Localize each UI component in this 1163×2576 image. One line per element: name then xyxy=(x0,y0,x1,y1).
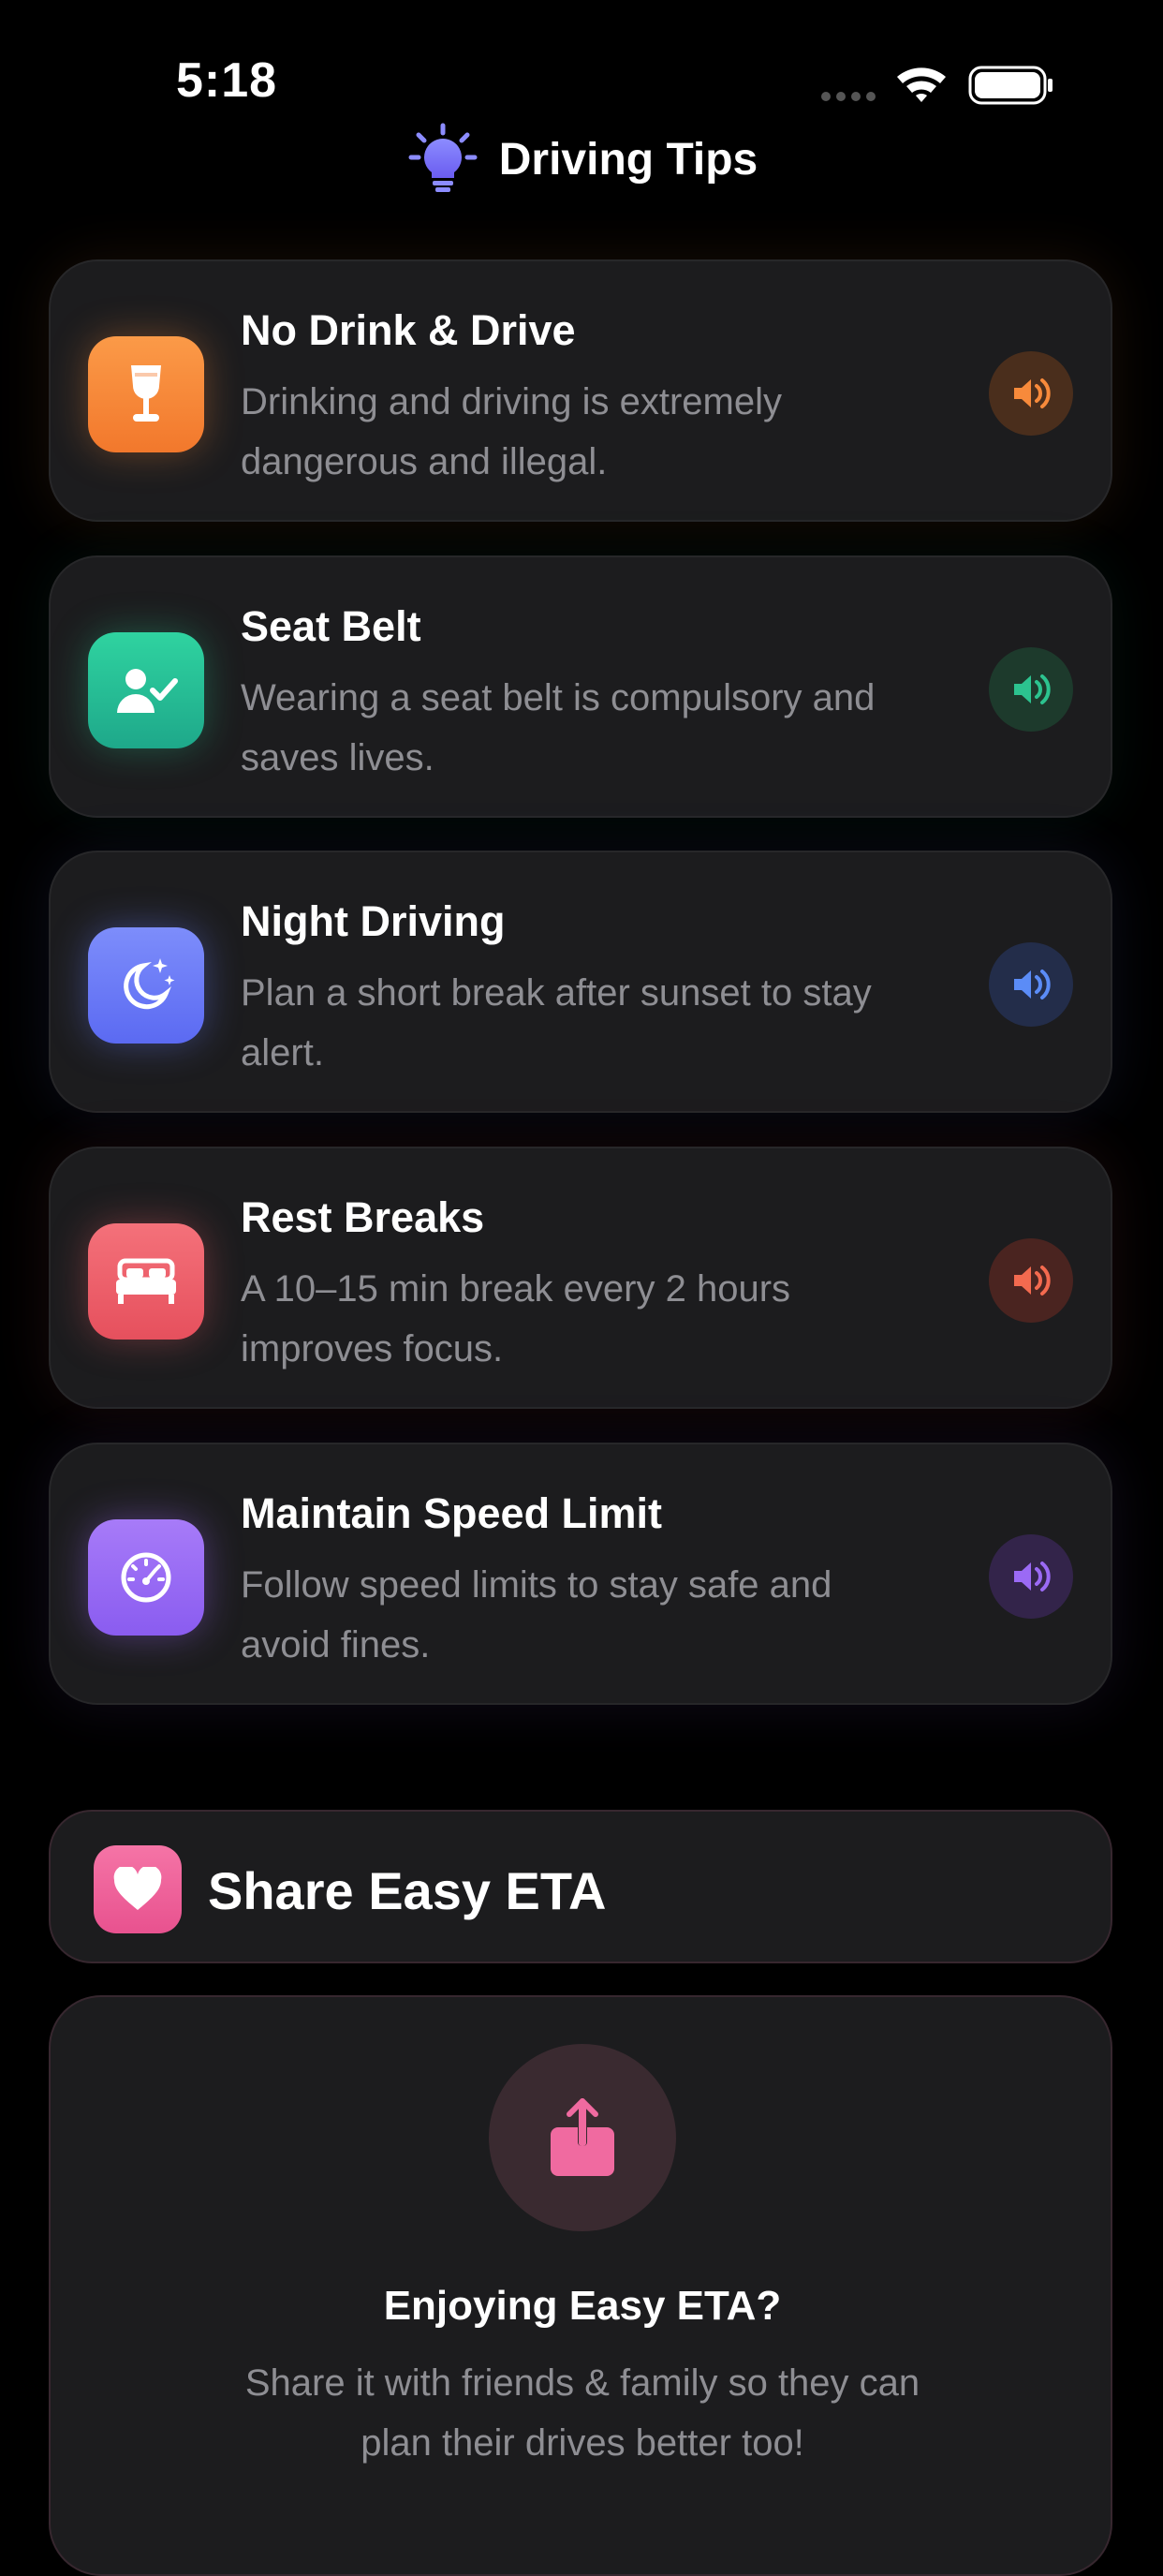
tip-title: Maintain Speed Limit xyxy=(241,1489,663,1537)
lightbulb-icon xyxy=(408,123,478,192)
tip-description: A 10–15 min break every 2 hours improves… xyxy=(241,1268,791,1369)
speaker-button[interactable] xyxy=(989,1534,1073,1619)
wifi-icon xyxy=(897,67,946,102)
heart-icon xyxy=(94,1845,182,1933)
bed-icon xyxy=(88,1223,204,1340)
battery-icon xyxy=(968,66,1053,105)
status-time: 5:18 xyxy=(176,53,278,108)
signal-dots-icon xyxy=(821,92,876,101)
share-section-header: Share Easy ETA xyxy=(49,1810,1112,1963)
speaker-icon xyxy=(1014,674,1051,704)
page-title: Driving Tips xyxy=(498,134,758,185)
tip-card-night-driving[interactable]: Night Driving Plan a short break after s… xyxy=(49,851,1112,1113)
tip-description: Drinking and driving is extremely danger… xyxy=(241,381,783,482)
speaker-button[interactable] xyxy=(989,1238,1073,1323)
tip-card-speed-limit[interactable]: Maintain Speed Limit Follow speed limits… xyxy=(49,1443,1112,1705)
wine-glass-icon xyxy=(88,336,204,452)
speaker-icon xyxy=(1014,378,1051,408)
tip-description: Follow speed limits to stay safe and avo… xyxy=(241,1564,832,1666)
speaker-icon xyxy=(1014,970,1051,999)
tip-title: Seat Belt xyxy=(241,602,421,650)
tip-description: Wearing a seat belt is compulsory and sa… xyxy=(241,677,876,778)
speaker-button[interactable] xyxy=(989,942,1073,1027)
tip-title: Rest Breaks xyxy=(241,1193,485,1241)
page-header: Driving Tips xyxy=(0,122,1163,197)
speaker-button[interactable] xyxy=(989,647,1073,732)
tip-card-rest-breaks[interactable]: Rest Breaks A 10–15 min break every 2 ho… xyxy=(49,1147,1112,1409)
speedometer-icon xyxy=(88,1519,204,1636)
promo-description: Share it with friends & family so they c… xyxy=(244,2362,920,2464)
moon-stars-icon xyxy=(88,927,204,1044)
tip-card-seat-belt[interactable]: Seat Belt Wearing a seat belt is compuls… xyxy=(49,555,1112,818)
tip-card-no-drink-drive[interactable]: No Drink & Drive Drinking and driving is… xyxy=(49,259,1112,522)
share-section-title: Share Easy ETA xyxy=(208,1861,607,1920)
person-check-icon xyxy=(88,632,204,748)
speaker-icon xyxy=(1014,1266,1051,1295)
share-promo-card: Enjoying Easy ETA? Share it with friends… xyxy=(49,1995,1112,2576)
status-bar: 5:18 xyxy=(0,0,1163,131)
speaker-icon xyxy=(1014,1562,1051,1591)
tip-title: Night Driving xyxy=(241,897,506,945)
promo-title: Enjoying Easy ETA? xyxy=(383,2283,782,2329)
tip-title: No Drink & Drive xyxy=(241,306,576,354)
status-icons xyxy=(821,66,1053,105)
share-button[interactable] xyxy=(489,2044,676,2231)
share-icon xyxy=(551,2095,614,2176)
speaker-button[interactable] xyxy=(989,351,1073,436)
tip-description: Plan a short break after sunset to stay … xyxy=(241,972,872,1073)
